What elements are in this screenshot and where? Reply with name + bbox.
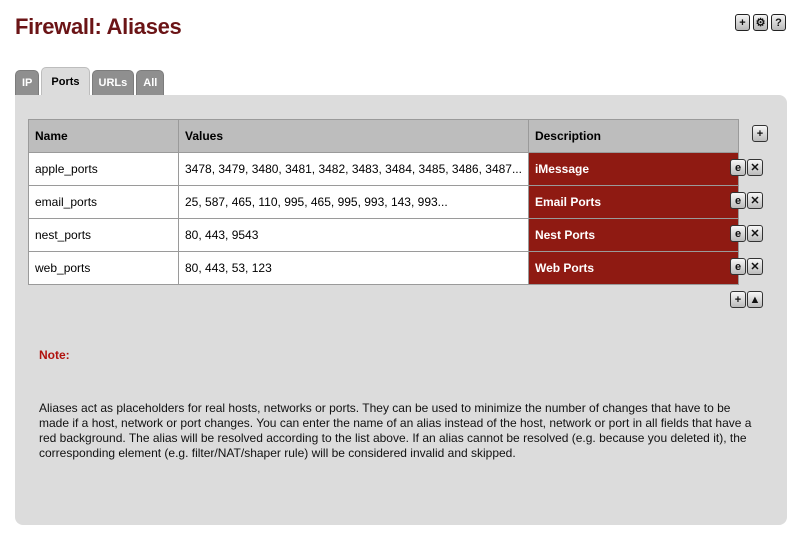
edit-icon[interactable]: e bbox=[730, 159, 746, 176]
tab-bar: IP Ports URLs All bbox=[15, 67, 165, 95]
add-icon[interactable]: + bbox=[735, 14, 750, 31]
alias-values[interactable]: 25, 587, 465, 110, 995, 465, 995, 993, 1… bbox=[178, 185, 529, 219]
table-row[interactable]: apple_ports 3478, 3479, 3480, 3481, 3482… bbox=[28, 152, 740, 186]
edit-icon[interactable]: e bbox=[730, 192, 746, 209]
import-icon[interactable]: ▲ bbox=[747, 291, 763, 308]
add-icon[interactable]: + bbox=[730, 291, 746, 308]
alias-name[interactable]: web_ports bbox=[28, 251, 179, 285]
alias-description[interactable]: Nest Ports bbox=[527, 218, 740, 252]
table-header-row: Name Values Description bbox=[28, 119, 740, 153]
note-text: Aliases act as placeholders for real hos… bbox=[39, 401, 752, 460]
alias-values[interactable]: 80, 443, 9543 bbox=[178, 218, 529, 252]
alias-description[interactable]: Web Ports bbox=[527, 251, 740, 285]
edit-icon[interactable]: e bbox=[730, 258, 746, 275]
alias-values[interactable]: 80, 443, 53, 123 bbox=[178, 251, 529, 285]
page-title: Firewall: Aliases bbox=[15, 14, 182, 39]
row-actions: e ✕ bbox=[730, 258, 763, 275]
table-row[interactable]: web_ports 80, 443, 53, 123 Web Ports bbox=[28, 251, 740, 285]
note-label: Note: bbox=[39, 348, 70, 362]
row-actions: e ✕ bbox=[730, 225, 763, 242]
tab-urls[interactable]: URLs bbox=[91, 70, 135, 95]
tab-all[interactable]: All bbox=[136, 70, 165, 95]
delete-icon[interactable]: ✕ bbox=[747, 192, 763, 209]
delete-icon[interactable]: ✕ bbox=[747, 225, 763, 242]
alias-values[interactable]: 3478, 3479, 3480, 3481, 3482, 3483, 3484… bbox=[178, 152, 529, 186]
tab-ports[interactable]: Ports bbox=[41, 67, 90, 95]
tab-ip[interactable]: IP bbox=[15, 70, 40, 95]
help-icon[interactable]: ? bbox=[771, 14, 786, 31]
footer-actions: + ▲ bbox=[730, 291, 763, 308]
header-values[interactable]: Values bbox=[178, 119, 529, 153]
table-row[interactable]: email_ports 25, 587, 465, 110, 995, 465,… bbox=[28, 185, 740, 219]
alias-name[interactable]: email_ports bbox=[28, 185, 179, 219]
header-description[interactable]: Description bbox=[527, 119, 740, 153]
table-row[interactable]: nest_ports 80, 443, 9543 Nest Ports bbox=[28, 218, 740, 252]
aliases-panel: Name Values Description apple_ports 3478… bbox=[15, 95, 787, 525]
alias-name[interactable]: nest_ports bbox=[28, 218, 179, 252]
alias-description[interactable]: iMessage bbox=[527, 152, 740, 186]
alias-description[interactable]: Email Ports bbox=[527, 185, 740, 219]
row-actions: e ✕ bbox=[730, 159, 763, 176]
delete-icon[interactable]: ✕ bbox=[747, 159, 763, 176]
alias-name[interactable]: apple_ports bbox=[28, 152, 179, 186]
header-icons: + ⚙ ? bbox=[735, 14, 786, 31]
header-name[interactable]: Name bbox=[28, 119, 179, 153]
settings-icon[interactable]: ⚙ bbox=[753, 14, 768, 31]
row-actions: e ✕ bbox=[730, 192, 763, 209]
aliases-table: Name Values Description apple_ports 3478… bbox=[28, 119, 740, 285]
add-alias-icon[interactable]: + bbox=[752, 125, 768, 142]
delete-icon[interactable]: ✕ bbox=[747, 258, 763, 275]
header-actions: + bbox=[752, 125, 768, 142]
edit-icon[interactable]: e bbox=[730, 225, 746, 242]
